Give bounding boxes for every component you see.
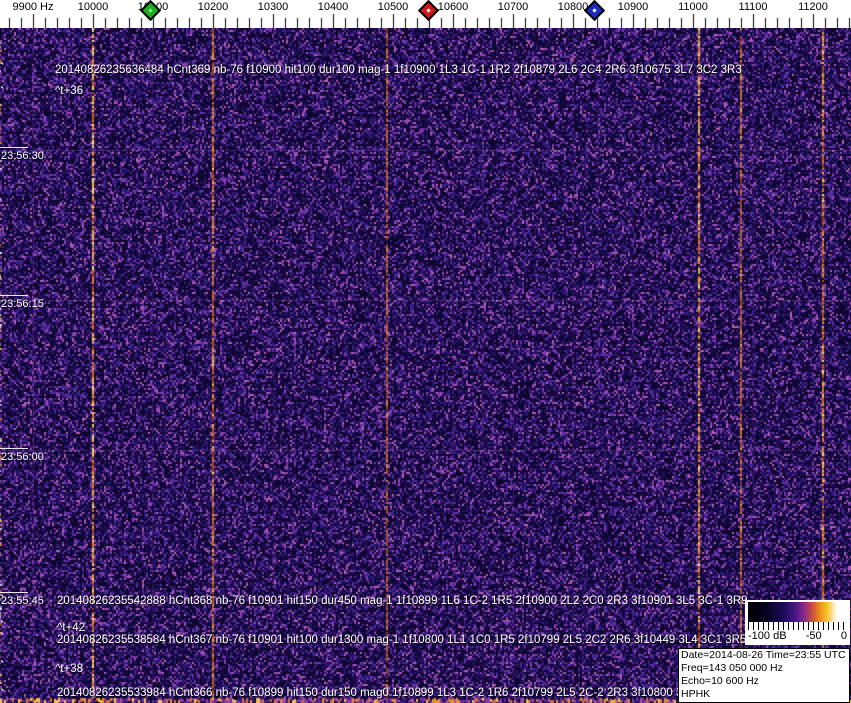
observation-info-box: Date=2014-08-26 Time=23:55 UTCFreq=143 0… [678,648,850,703]
info-box-line: Echo=10 600 Hz [681,675,847,688]
event-detection-text: 20140826235533984 hCnt366 nb-76 f10899 h… [57,686,719,700]
freq-tick-label: 10500 [378,1,409,14]
info-box-line: Date=2014-08-26 Time=23:55 UTC [681,649,847,662]
info-box-line: HPHK [681,688,847,701]
event-detection-text: 20140826235542888 hCnt368 nb-76 f10901 h… [57,594,748,608]
edge-tick: ` [0,64,4,72]
freq-tick-label: 10700 [498,1,529,14]
overlay-layer: 23:56:30 23:56:15 23:56:00 23:55:45 2014082… [0,0,851,703]
time-gridline-tick [0,147,28,148]
time-gridline-tick [0,592,28,593]
intensity-gradient-bar [748,602,847,622]
edge-tick: ` [0,662,4,670]
edge-tick: ` [0,596,4,604]
event-detection-text: 20140826235538584 hCnt367 nb-76 f10901 h… [57,633,746,647]
freq-tick-label: 10000 [78,1,109,14]
red-freq-marker-dot [426,8,430,12]
freq-tick-label: 11200 [798,1,828,14]
freq-tick-label: 10900 [618,1,649,14]
time-gridline-tick [0,448,28,449]
edge-tick: ` [0,634,4,642]
time-label: 23:56:15 [1,298,44,311]
freq-tick-label: 10400 [318,1,349,14]
freq-tick-label: 10300 [258,1,289,14]
freq-tick-label: 11000 [678,1,708,14]
time-label: 23:56:00 [1,451,44,464]
time-label: 23:56:30 [1,150,44,163]
blue-freq-marker-dot [592,8,596,12]
info-box-line: Freq=143 050 000 Hz [681,662,847,675]
scale-max-label: 0 [841,630,847,643]
edge-tick: ` [0,690,4,698]
event-time-offset: ^t+36 [55,84,83,98]
time-label: 23:55:45 [1,595,44,608]
freq-tick-label: 11100 [739,1,768,14]
intensity-scale-labels: -100 dB -50 0 [746,630,849,643]
freq-tick-label: 10200 [198,1,229,14]
time-gridline-tick [0,295,28,296]
freq-tick-label: 10800 [558,1,589,14]
event-time-offset: ^t+38 [55,662,83,676]
edge-tick: ` [0,88,4,96]
frequency-axis: 9900 Hz100001010010200103001040010500106… [0,0,851,28]
scale-mid-label: -50 [806,630,822,643]
scale-min-label: -100 dB [748,630,787,643]
edge-tick: ` [0,622,4,630]
green-freq-marker-dot [148,8,152,12]
freq-tick-label: 10600 [438,1,469,14]
intensity-scale-legend: -100 dB -50 0 [745,600,850,645]
event-detection-text: 20140826235636484 hCnt369 nb-76 f10900 h… [55,63,742,77]
intensity-scale-ticks [748,622,847,630]
spectrogram-app: 9900 Hz100001010010200103001040010500106… [0,0,851,703]
freq-tick-label: 9900 Hz [13,1,54,14]
